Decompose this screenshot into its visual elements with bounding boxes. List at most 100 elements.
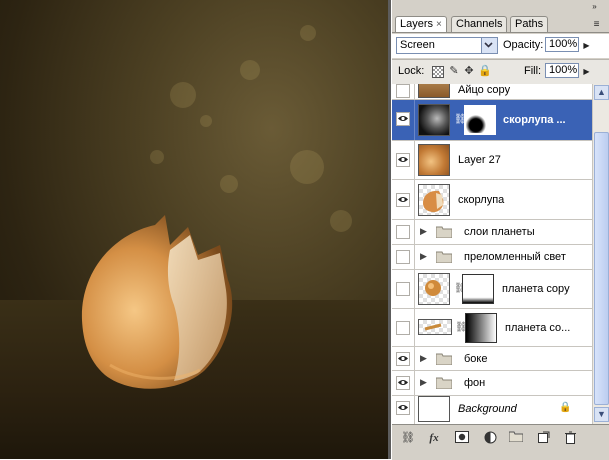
visibility-toggle[interactable] <box>396 321 410 335</box>
visibility-toggle[interactable] <box>396 401 410 415</box>
layer-row[interactable]: ⛓ планета copy <box>392 270 592 309</box>
folder-icon <box>436 353 452 365</box>
layer-name: планета copy <box>502 283 570 295</box>
mask-icon[interactable] <box>454 431 470 445</box>
tab-label: Paths <box>515 18 544 30</box>
new-layer-icon[interactable] <box>536 431 552 445</box>
eye-icon <box>398 116 408 121</box>
eggshell-image <box>81 215 233 389</box>
layer-name: скорлупа ... <box>503 114 566 126</box>
visibility-toggle[interactable] <box>396 193 410 207</box>
visibility-toggle[interactable] <box>396 84 410 98</box>
row-divider <box>414 100 415 140</box>
layers-scrollbar[interactable]: ▲ ▼ <box>592 84 609 424</box>
visibility-toggle[interactable] <box>396 250 410 264</box>
blend-mode-value: Screen <box>400 39 435 51</box>
row-divider <box>414 141 415 179</box>
bokeh-light <box>330 210 352 232</box>
layers-list: Айцо copy ⛓ скорлупа ... Layer 27 скорлу… <box>392 84 592 424</box>
layer-row[interactable]: ⛓ планета со... <box>392 309 592 347</box>
tab-label: Layers <box>400 18 434 30</box>
eye-icon <box>398 197 408 202</box>
eye-icon <box>398 356 408 361</box>
layer-name: Layer 27 <box>458 154 501 166</box>
layer-name: планета со... <box>505 322 571 334</box>
folder-icon[interactable] <box>508 431 524 445</box>
opacity-input[interactable]: 100% <box>545 37 579 52</box>
layer-mask-thumbnail[interactable] <box>465 313 497 343</box>
link-icon[interactable]: ⛓ <box>400 431 416 445</box>
bokeh-light <box>170 82 196 108</box>
panel-tabs: Layers × Channels Paths » ≡ <box>392 0 609 33</box>
expand-triangle-icon[interactable]: ▶ <box>420 226 427 237</box>
photoshop-window: Layers × Channels Paths » ≡ Screen Opacit… <box>0 0 609 460</box>
layer-row-selected[interactable]: ⛓ скорлупа ... <box>392 100 592 141</box>
visibility-toggle[interactable] <box>396 282 410 296</box>
tab-divider <box>392 32 609 33</box>
panel-menu-icon[interactable]: ≡ <box>592 20 601 30</box>
layer-row[interactable]: Layer 27 <box>392 141 592 180</box>
tab-channels[interactable]: Channels <box>451 16 508 32</box>
close-icon[interactable]: × <box>436 19 442 30</box>
bokeh-light <box>240 60 260 80</box>
group-name: фон <box>464 377 486 389</box>
tab-layers[interactable]: Layers × <box>395 16 447 33</box>
layer-row[interactable]: Айцо copy <box>392 84 592 100</box>
fx-icon[interactable]: fx <box>426 431 442 445</box>
trash-icon[interactable] <box>562 431 578 445</box>
visibility-toggle[interactable] <box>396 352 410 366</box>
layer-thumbnail <box>418 144 450 176</box>
tab-paths[interactable]: Paths <box>510 16 549 32</box>
group-row[interactable]: ▶ боке <box>392 347 592 371</box>
fill-slider-icon[interactable]: ▶ <box>582 67 591 76</box>
group-row[interactable]: ▶ фон <box>392 371 592 396</box>
tab-label: Channels <box>456 18 503 30</box>
chevron-down-icon[interactable] <box>481 38 497 53</box>
lock-transparent-icon[interactable] <box>432 66 444 78</box>
group-name: преломленный свет <box>464 251 566 263</box>
visibility-toggle[interactable] <box>396 153 410 167</box>
move-icon[interactable]: ✥ <box>463 65 475 77</box>
expand-triangle-icon[interactable]: ▶ <box>420 251 427 262</box>
layer-thumbnail <box>418 184 450 216</box>
visibility-toggle[interactable] <box>396 112 410 126</box>
eye-icon <box>398 380 408 385</box>
layer-row[interactable]: Background 🔒 <box>392 396 592 424</box>
bokeh-light <box>200 115 212 127</box>
layer-thumbnail <box>418 104 450 136</box>
group-row[interactable]: ▶ слои планеты <box>392 220 592 245</box>
document-canvas[interactable] <box>0 0 388 459</box>
opacity-label: Opacity: <box>503 39 544 51</box>
scroll-thumb[interactable] <box>594 132 609 405</box>
eye-icon <box>398 405 408 410</box>
bokeh-light <box>300 25 316 41</box>
layers-bottom-bar: ⛓ fx <box>392 424 609 460</box>
layer-mask-thumbnail[interactable] <box>462 274 494 304</box>
opacity-slider-icon[interactable]: ▶ <box>582 41 591 50</box>
adjustment-icon[interactable] <box>482 431 498 445</box>
folder-icon <box>436 377 452 389</box>
eye-icon <box>398 157 408 162</box>
scroll-down-icon[interactable]: ▼ <box>594 407 609 422</box>
layer-name: Айцо copy <box>458 84 511 96</box>
row-divider <box>414 84 415 99</box>
group-row[interactable]: ▶ преломленный свет <box>392 245 592 270</box>
visibility-toggle[interactable] <box>396 376 410 390</box>
group-name: боке <box>464 353 488 365</box>
lock-label: Lock: <box>398 65 425 77</box>
blend-mode-select[interactable]: Screen <box>396 37 498 54</box>
row-divider <box>414 371 415 395</box>
expand-triangle-icon[interactable]: ▶ <box>420 353 427 364</box>
scroll-up-icon[interactable]: ▲ <box>594 85 609 100</box>
layer-row[interactable]: скорлупа <box>392 180 592 220</box>
expand-triangle-icon[interactable]: ▶ <box>420 377 427 388</box>
row-divider <box>414 270 415 308</box>
lock-icon: 🔒 <box>559 402 572 413</box>
layer-mask-thumbnail[interactable] <box>464 105 496 135</box>
row-divider <box>414 309 415 346</box>
lock-icon[interactable]: 🔒 <box>478 65 492 77</box>
panel-collapse-icon[interactable]: » <box>590 2 599 11</box>
visibility-toggle[interactable] <box>396 225 410 239</box>
fill-input[interactable]: 100% <box>545 63 579 78</box>
brush-icon[interactable]: ✎ <box>448 65 460 77</box>
